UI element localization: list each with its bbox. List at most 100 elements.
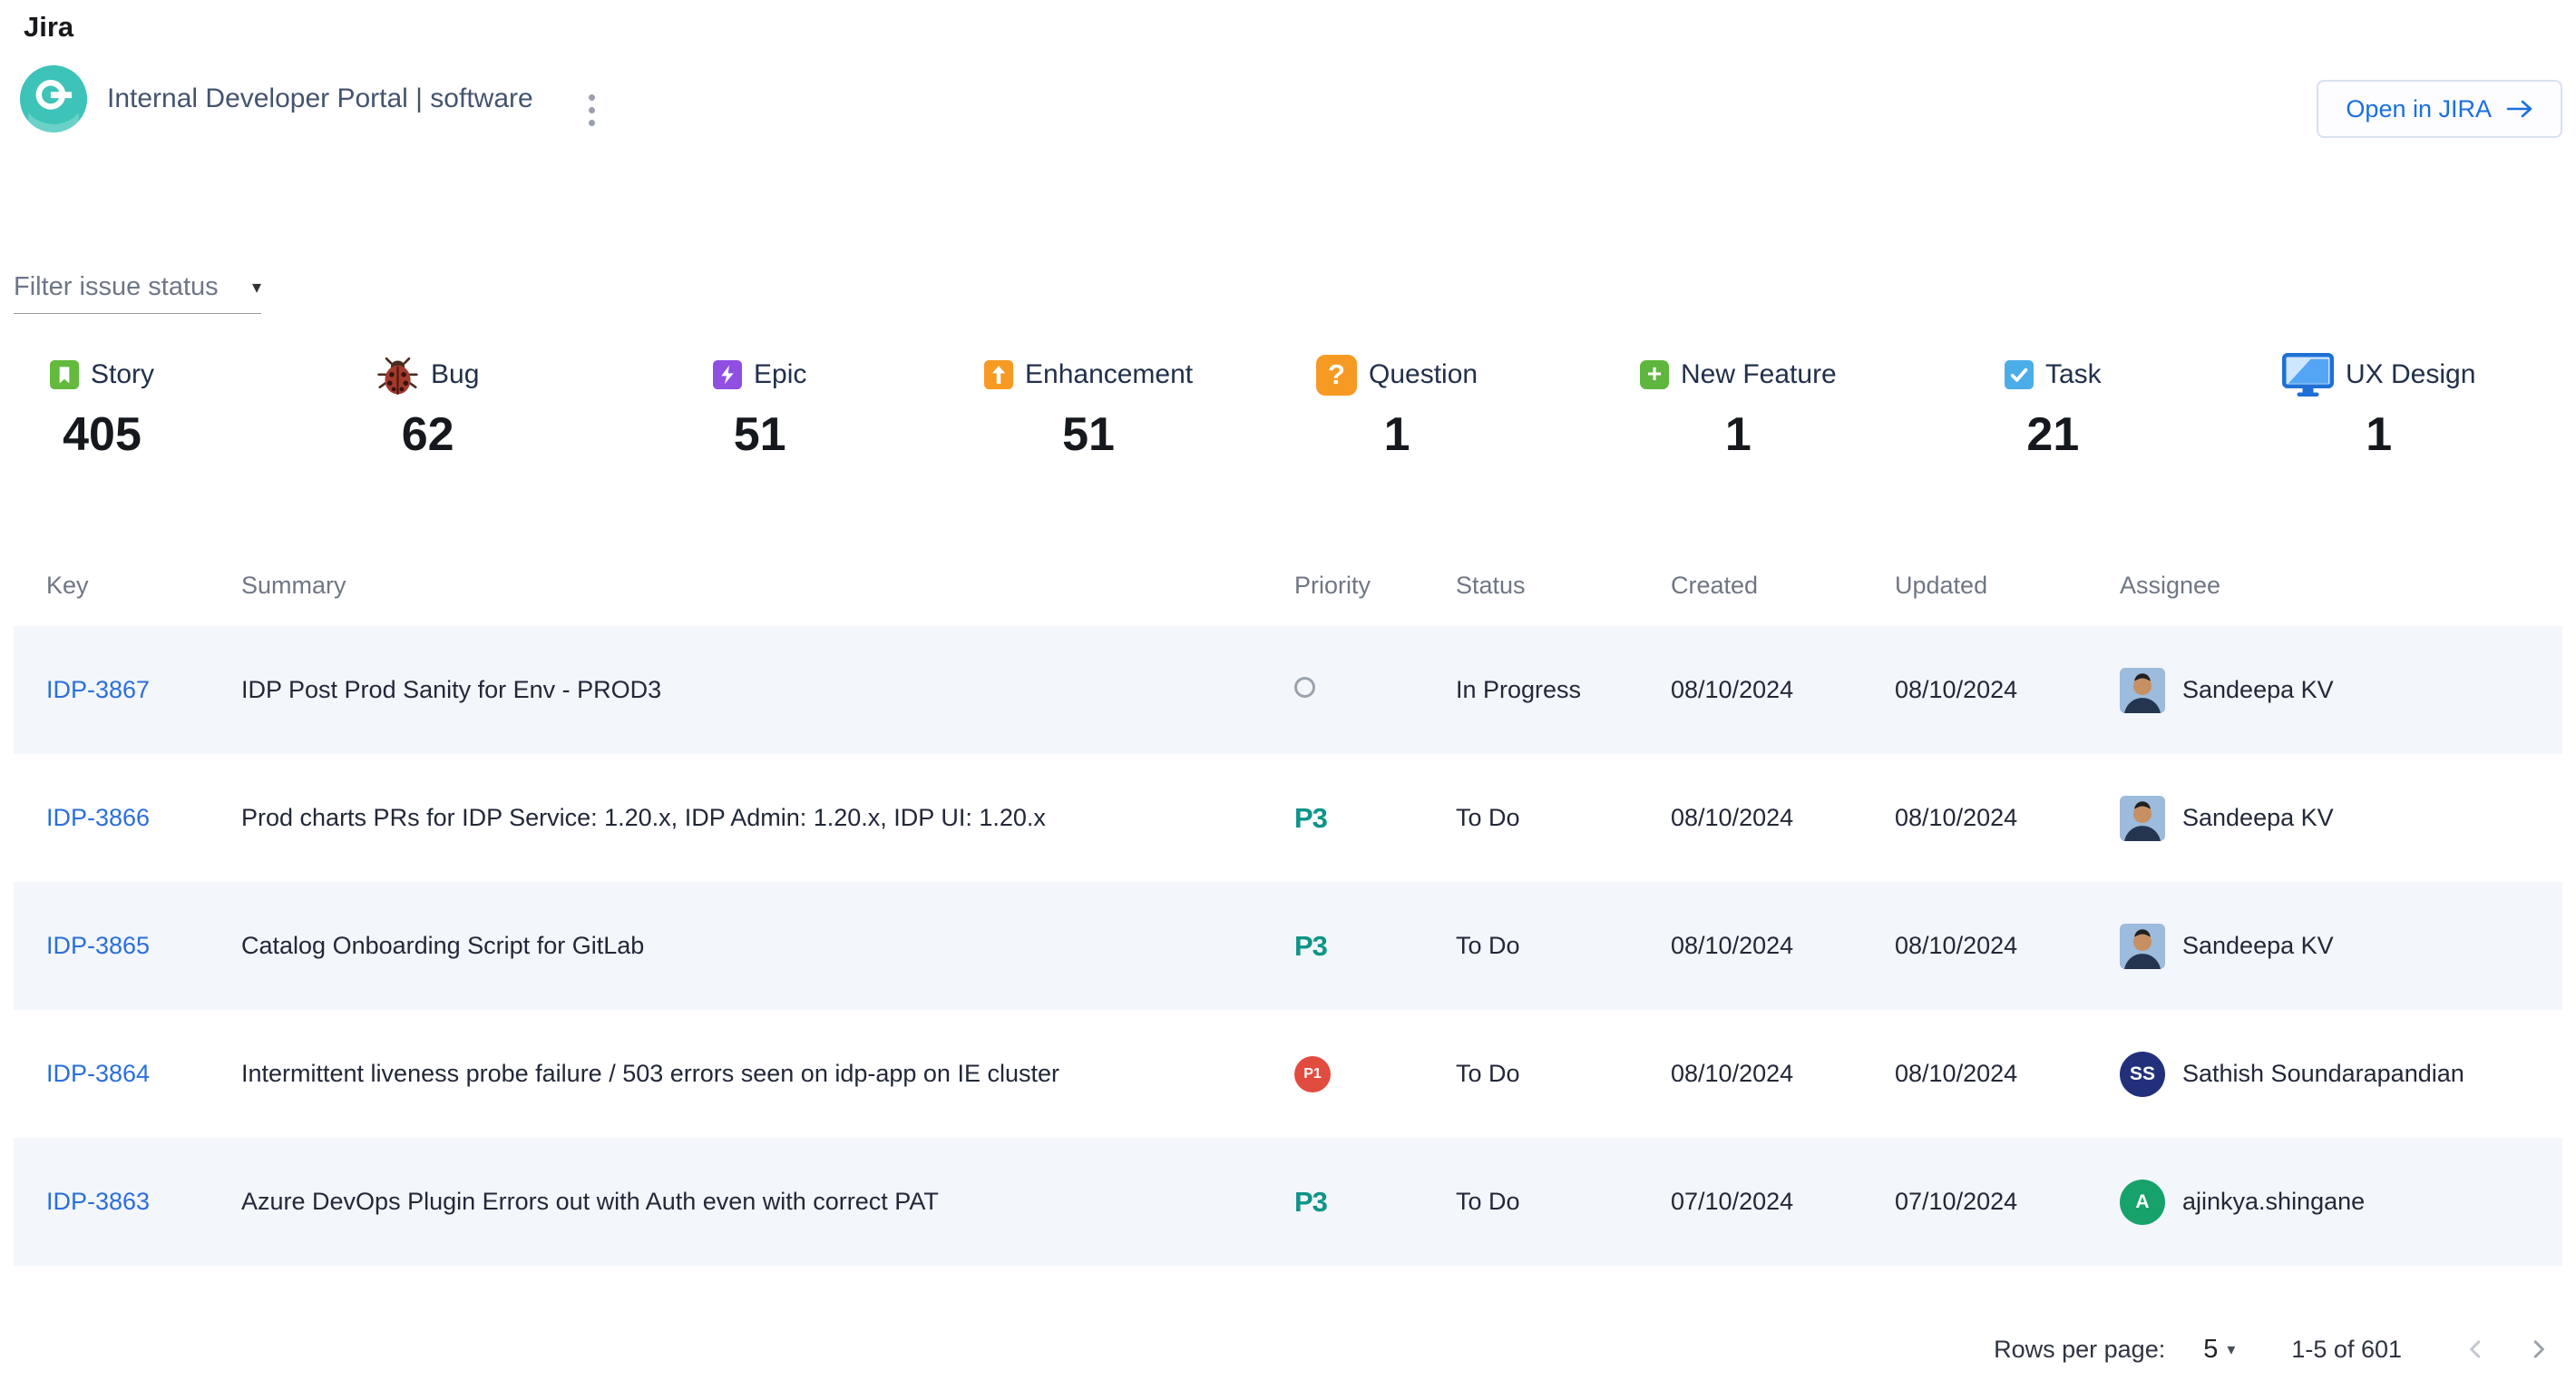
issue-type-counters: Story 405 Bug 62 <box>0 349 2576 504</box>
counter-value: 21 <box>2005 407 2102 462</box>
priority-none-icon <box>1294 677 1315 698</box>
column-header-assignee: Assignee <box>2120 572 2562 600</box>
column-header-priority: Priority <box>1294 572 1456 600</box>
chevron-left-icon <box>2462 1336 2489 1363</box>
table-row: IDP-3867 IDP Post Prod Sanity for Env - … <box>14 626 2562 754</box>
open-in-jira-label: Open in JIRA <box>2346 95 2492 123</box>
next-page-button[interactable] <box>2515 1326 2562 1373</box>
counter-story: Story 405 <box>50 349 154 462</box>
column-header-updated: Updated <box>1895 572 2120 600</box>
kebab-menu-icon[interactable] <box>585 91 599 130</box>
assignee-name: Sathish Soundarapandian <box>2182 1060 2464 1088</box>
project-header: Internal Developer Portal | software <box>20 65 533 132</box>
issue-summary: Prod charts PRs for IDP Service: 1.20.x,… <box>241 804 1294 832</box>
assignee-avatar <box>2120 796 2165 841</box>
counter-enhancement: Enhancement 51 <box>984 349 1193 462</box>
issue-key-link[interactable]: IDP-3866 <box>46 804 150 831</box>
counter-label: UX Design <box>2346 359 2475 390</box>
filter-issue-status-label: Filter issue status <box>14 272 219 302</box>
counter-epic: Epic 51 <box>713 349 806 462</box>
jira-plugin-card: Jira Internal Developer Portal | softwar… <box>0 0 2576 1381</box>
story-icon <box>50 360 79 389</box>
counter-label: New Feature <box>1681 359 1837 390</box>
issue-updated: 08/10/2024 <box>1895 804 2120 832</box>
counter-task: Task 21 <box>2005 349 2102 462</box>
issue-updated: 08/10/2024 <box>1895 676 2120 704</box>
issue-status: To Do <box>1456 1188 1671 1216</box>
rows-per-page-value: 5 <box>2203 1335 2218 1365</box>
assignee-name: ajinkya.shingane <box>2182 1188 2365 1216</box>
counter-bug: Bug 62 <box>376 349 479 462</box>
caret-down-icon: ▾ <box>252 276 261 299</box>
filter-issue-status-select[interactable]: Filter issue status ▾ <box>14 272 261 314</box>
new-feature-icon: + <box>1640 360 1669 389</box>
issue-status: To Do <box>1456 1060 1671 1088</box>
priority-p1-icon: P1 <box>1294 1056 1331 1092</box>
issue-key-link[interactable]: IDP-3865 <box>46 932 150 959</box>
counter-label: Epic <box>754 359 806 390</box>
counter-label: Question <box>1369 359 1478 390</box>
column-header-created: Created <box>1671 572 1895 600</box>
counter-value: 51 <box>984 407 1193 462</box>
table-row: IDP-3864 Intermittent liveness probe fai… <box>14 1010 2562 1138</box>
open-in-jira-button[interactable]: Open in JIRA <box>2317 80 2562 138</box>
issue-status: In Progress <box>1456 676 1671 704</box>
assignee-avatar <box>2120 924 2165 969</box>
assignee-avatar-initials: A <box>2120 1180 2165 1225</box>
table-row: IDP-3866 Prod charts PRs for IDP Service… <box>14 754 2562 882</box>
pagination-bar: Rows per page: 5 ▾ 1-5 of 601 <box>1994 1320 2562 1378</box>
issue-key-link[interactable]: IDP-3864 <box>46 1060 150 1087</box>
counter-label: Story <box>91 359 154 390</box>
counter-value: 1 <box>1640 407 1837 462</box>
priority-p3-icon: P3 <box>1294 802 1327 834</box>
assignee-name: Sandeepa KV <box>2182 676 2334 704</box>
issue-summary: Intermittent liveness probe failure / 50… <box>241 1060 1294 1088</box>
issue-updated: 07/10/2024 <box>1895 1188 2120 1216</box>
counter-ux-design: UX Design 1 <box>2282 349 2475 462</box>
issue-status: To Do <box>1456 932 1671 960</box>
enhancement-icon <box>984 360 1013 389</box>
column-header-summary: Summary <box>241 572 1294 600</box>
issue-summary: Azure DevOps Plugin Errors out with Auth… <box>241 1188 1294 1216</box>
assignee-name: Sandeepa KV <box>2182 804 2334 832</box>
issue-created: 08/10/2024 <box>1671 804 1895 832</box>
issue-updated: 08/10/2024 <box>1895 932 2120 960</box>
table-row: IDP-3865 Catalog Onboarding Script for G… <box>14 882 2562 1010</box>
bug-icon <box>376 354 419 397</box>
question-icon: ? <box>1316 355 1357 396</box>
arrow-right-icon <box>2506 98 2533 120</box>
issues-table: Key Summary Priority Status Created Upda… <box>14 544 2562 1266</box>
epic-icon <box>713 360 742 389</box>
page-title: Jira <box>24 11 73 44</box>
counter-new-feature: + New Feature 1 <box>1640 349 1837 462</box>
counter-value: 62 <box>376 407 479 462</box>
chevron-right-icon <box>2525 1336 2552 1363</box>
issue-updated: 08/10/2024 <box>1895 1060 2120 1088</box>
counter-label: Task <box>2045 359 2102 390</box>
caret-down-icon: ▾ <box>2227 1340 2235 1359</box>
issue-created: 07/10/2024 <box>1671 1188 1895 1216</box>
table-header-row: Key Summary Priority Status Created Upda… <box>14 544 2562 626</box>
issue-summary: IDP Post Prod Sanity for Env - PROD3 <box>241 676 1294 704</box>
previous-page-button[interactable] <box>2452 1326 2499 1373</box>
counter-value: 1 <box>2282 407 2475 462</box>
pagination-range: 1-5 of 601 <box>2291 1336 2402 1364</box>
issue-created: 08/10/2024 <box>1671 932 1895 960</box>
project-avatar-icon <box>20 65 87 132</box>
rows-per-page-select[interactable]: 5 ▾ <box>2203 1335 2235 1365</box>
assignee-name: Sandeepa KV <box>2182 932 2334 960</box>
issue-key-link[interactable]: IDP-3863 <box>46 1188 150 1215</box>
issue-key-link[interactable]: IDP-3867 <box>46 676 150 703</box>
task-icon <box>2005 360 2034 389</box>
counter-value: 51 <box>713 407 806 462</box>
counter-value: 1 <box>1316 407 1478 462</box>
issue-created: 08/10/2024 <box>1671 676 1895 704</box>
counter-label: Bug <box>431 359 479 390</box>
counter-question: ? Question 1 <box>1316 349 1478 462</box>
column-header-status: Status <box>1456 572 1671 600</box>
counter-label: Enhancement <box>1025 359 1193 390</box>
ux-design-icon <box>2282 353 2334 397</box>
rows-per-page-label: Rows per page: <box>1994 1336 2165 1364</box>
counter-value: 405 <box>50 407 154 462</box>
table-row: IDP-3863 Azure DevOps Plugin Errors out … <box>14 1138 2562 1266</box>
